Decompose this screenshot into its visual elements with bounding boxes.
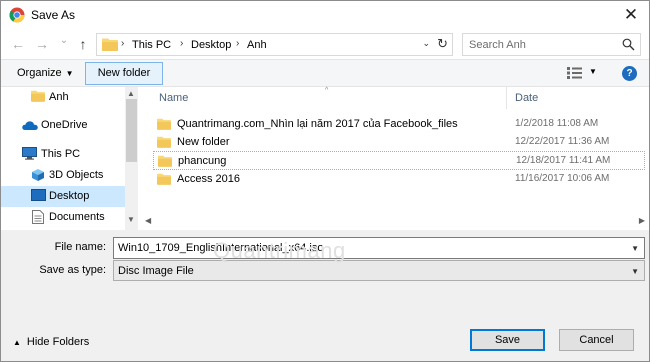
recent-locations-icon[interactable]: ⌄: [55, 32, 73, 50]
save-as-type-value: Disc Image File: [118, 265, 194, 277]
scroll-left-arrow-icon[interactable]: ◀: [145, 216, 151, 225]
caret-up-icon: ▲: [13, 338, 21, 347]
file-row[interactable]: Access 2016 11/16/2017 10:06 AM: [153, 170, 645, 189]
breadcrumb-desktop[interactable]: Desktop: [191, 39, 231, 51]
refresh-icon[interactable]: ↻: [437, 36, 448, 52]
command-bar: Organize ▼ New folder ▼ ?: [1, 59, 649, 87]
file-name-label: File name:: [54, 241, 106, 253]
view-options-caret-icon[interactable]: ▼: [589, 67, 597, 76]
path-separator: ›: [236, 38, 240, 49]
scroll-up-arrow-icon[interactable]: ▲: [127, 89, 135, 98]
sidebar-item-onedrive[interactable]: OneDrive: [1, 115, 125, 136]
documents-icon: [32, 210, 44, 224]
file-date: 12/22/2017 11:36 AM: [515, 136, 610, 147]
chevron-down-icon[interactable]: ▼: [631, 267, 639, 276]
navigation-pane: Anh OneDrive This PC 3D Objects Desktop …: [1, 87, 138, 230]
scroll-right-arrow-icon[interactable]: ▶: [639, 216, 645, 225]
column-divider[interactable]: [506, 87, 507, 109]
search-input[interactable]: Search Anh: [462, 33, 641, 56]
sidebar-item-label: Documents: [49, 211, 105, 223]
sort-indicator-icon: ^: [325, 87, 329, 94]
dialog-footer: ▲ Hide Folders Save Cancel: [1, 290, 649, 361]
caret-down-icon: ▼: [65, 69, 74, 78]
save-as-dialog: Save As ✕ ← → ⌄ ↑ › This PC › Desktop › …: [0, 0, 650, 362]
close-button[interactable]: ✕: [619, 3, 643, 27]
hide-folders-label: Hide Folders: [26, 336, 90, 348]
organize-button[interactable]: Organize ▼: [17, 67, 74, 79]
new-folder-button[interactable]: New folder: [85, 62, 163, 85]
save-as-type-select[interactable]: Disc Image File ▼: [113, 260, 645, 281]
this-pc-icon: [22, 147, 37, 160]
sidebar-scrollbar[interactable]: ▲ ▼: [125, 87, 138, 230]
file-name: Quantrimang.com_Nhìn lại năm 2017 của Fa…: [177, 118, 458, 130]
cancel-button[interactable]: Cancel: [559, 329, 634, 351]
folder-icon: [102, 38, 118, 51]
hide-folders-toggle[interactable]: ▲ Hide Folders: [13, 336, 89, 348]
back-arrow-icon[interactable]: ←: [9, 35, 27, 53]
folder-icon: [157, 173, 171, 185]
forward-arrow-icon[interactable]: →: [33, 35, 51, 53]
folder-icon: [158, 155, 172, 167]
scrollbar-thumb[interactable]: [126, 99, 137, 162]
watermark: Quantrimang: [213, 238, 346, 263]
file-row[interactable]: New folder 12/22/2017 11:36 AM: [153, 133, 645, 152]
up-arrow-icon[interactable]: ↑: [74, 35, 92, 53]
scroll-down-arrow-icon[interactable]: ▼: [127, 215, 135, 224]
path-separator: ›: [180, 38, 184, 49]
column-header-name[interactable]: Name: [159, 92, 188, 104]
search-placeholder: Search Anh: [469, 39, 526, 51]
search-icon[interactable]: [622, 38, 635, 51]
folder-icon: [31, 90, 45, 102]
sidebar-item-label: 3D Objects: [49, 169, 104, 181]
navigation-bar: ← → ⌄ ↑ › This PC › Desktop › Anh ⌄ ↻ Se…: [1, 29, 649, 59]
file-name-field[interactable]: Win10_1709_EnglishInternational_x64.iso …: [113, 237, 645, 259]
sidebar-item-label: Desktop: [49, 190, 90, 202]
save-button[interactable]: Save: [470, 329, 545, 351]
file-date: 12/18/2017 11:41 AM: [516, 155, 611, 166]
breadcrumb-this-pc[interactable]: This PC: [132, 39, 171, 51]
window-title: Save As: [31, 8, 76, 22]
address-bar[interactable]: › This PC › Desktop › Anh ⌄ ↻: [96, 33, 453, 56]
onedrive-cloud-icon: [22, 121, 38, 130]
column-header-date[interactable]: Date: [515, 92, 538, 104]
chevron-down-icon[interactable]: ⌄: [422, 38, 430, 49]
file-list: ^ Name Date Quantrimang.com_Nhìn lại năm…: [139, 87, 649, 230]
sidebar-item-anh[interactable]: Anh: [1, 87, 125, 108]
file-date: 1/2/2018 11:08 AM: [515, 118, 599, 129]
file-row[interactable]: phancung 12/18/2017 11:41 AM: [153, 151, 645, 170]
browser-pane: Anh OneDrive This PC 3D Objects Desktop …: [1, 87, 649, 230]
sidebar-item-3d-objects[interactable]: 3D Objects: [1, 165, 125, 186]
sidebar-item-label: OneDrive: [41, 119, 88, 131]
horizontal-scrollbar[interactable]: ◀ ▶: [139, 213, 649, 230]
organize-label: Organize: [17, 67, 62, 79]
3d-objects-icon: [32, 169, 44, 181]
file-date: 11/16/2017 10:06 AM: [515, 173, 610, 184]
sidebar-item-desktop[interactable]: Desktop: [1, 186, 125, 207]
file-name: phancung: [178, 155, 227, 167]
save-as-type-label: Save as type:: [39, 264, 106, 276]
title-bar[interactable]: Save As ✕: [1, 1, 649, 29]
sidebar-item-documents[interactable]: Documents: [1, 207, 125, 228]
help-button[interactable]: ?: [622, 66, 637, 81]
view-options-icon[interactable]: [567, 67, 583, 79]
folder-icon: [157, 118, 171, 130]
chrome-icon: [9, 7, 25, 23]
folder-icon: [157, 136, 171, 148]
chevron-down-icon[interactable]: ▼: [631, 244, 639, 253]
file-name: Access 2016: [177, 173, 240, 185]
sidebar-item-label: This PC: [41, 148, 81, 160]
breadcrumb-anh[interactable]: Anh: [247, 39, 267, 51]
file-name: New folder: [177, 136, 230, 148]
path-separator: ›: [121, 38, 125, 49]
sidebar-item-label: Anh: [49, 91, 69, 103]
desktop-icon: [31, 189, 46, 201]
file-row[interactable]: Quantrimang.com_Nhìn lại năm 2017 của Fa…: [153, 115, 645, 134]
sidebar-item-this-pc[interactable]: This PC: [1, 144, 125, 165]
